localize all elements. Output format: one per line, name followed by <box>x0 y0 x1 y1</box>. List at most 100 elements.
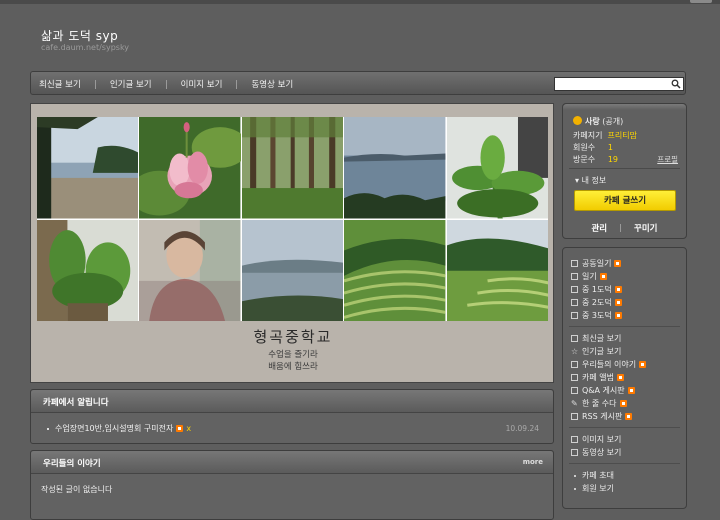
smiley-icon <box>573 116 582 125</box>
motto-line-1: 수업을 즐기라 <box>268 350 318 360</box>
nav-separator <box>236 79 238 89</box>
image-icon <box>571 436 578 443</box>
nav-latest-posts[interactable]: 최신글 보기 <box>39 78 81 90</box>
video-icon <box>571 449 578 456</box>
bullet-icon <box>574 487 576 490</box>
nav-popular-posts[interactable]: 인기글 보기 <box>110 78 152 90</box>
stories-panel-title: 우리들의 이야기 <box>43 459 101 469</box>
menu-members[interactable]: 회원 보기 <box>571 483 614 494</box>
visit-count: 19 <box>607 155 618 164</box>
notice-panel-title: 카페에서 알립니다 <box>43 398 109 408</box>
nav-items: 최신글 보기 인기글 보기 이미지 보기 동영상 보기 <box>39 78 293 90</box>
new-icon <box>599 273 607 280</box>
photo-tea-field <box>344 219 446 321</box>
photo-lake <box>344 117 446 219</box>
stories-empty-message: 작성된 글이 없습니다 <box>41 485 113 494</box>
photo-plant <box>446 117 548 219</box>
motto-line-2: 배움에 힘쓰라 <box>268 362 318 372</box>
cafe-title[interactable]: 삶과 도덕 syp <box>41 27 118 44</box>
stories-panel: 우리들의 이야기 more 작성된 글이 없습니다 <box>30 450 554 520</box>
notice-date: 10.09.24 <box>505 424 539 433</box>
board-icon <box>571 361 578 368</box>
new-icon <box>614 299 622 306</box>
new-icon <box>625 413 633 420</box>
photo-forest <box>241 117 344 219</box>
admin-links: 관리 꾸미기 <box>563 222 686 234</box>
new-icon <box>176 425 184 432</box>
photo-tea-hills <box>446 219 548 321</box>
bullet-icon <box>574 474 576 477</box>
menu-qna-board[interactable]: Q&A 게시판 <box>571 385 635 396</box>
notice-panel-header: 카페에서 알립니다 <box>31 390 553 413</box>
menu-images[interactable]: 이미지 보기 <box>571 434 621 445</box>
cafe-visits: 방문수 19 <box>573 155 618 164</box>
cafe-manager-name[interactable]: 프리티맘 <box>608 131 637 140</box>
nav-separator <box>94 79 96 89</box>
notice-panel: 카페에서 알립니다 수업장면10반,입시설명회 구미전자 x 10.09.24 <box>30 389 554 444</box>
cafe-manager: 카페지기 프리티맘 <box>573 131 637 140</box>
menu-rss-board[interactable]: RSS 게시판 <box>571 411 633 422</box>
menu-invite[interactable]: 카페 초대 <box>571 470 614 481</box>
menu-diary[interactable]: 일기 <box>571 271 607 282</box>
nav-videos[interactable]: 동영상 보기 <box>251 78 293 90</box>
menu-latest-posts[interactable]: 최신글 보기 <box>571 333 621 344</box>
nav-images[interactable]: 이미지 보기 <box>181 78 223 90</box>
star-icon: ☆ <box>571 347 579 356</box>
new-icon <box>614 260 622 267</box>
top-navbar: 최신글 보기 인기글 보기 이미지 보기 동영상 보기 <box>30 71 686 95</box>
cafe-profile-box: 사랑 (공개) 카페지기 프리티맘 회원수 1 방문수 19 프로필 ▾ 내 정… <box>562 103 687 239</box>
photo-potted-plant <box>37 219 139 321</box>
decorate-link[interactable]: 꾸미기 <box>634 224 657 234</box>
menu-grade3-ethics[interactable]: 중 3도덕 <box>571 310 622 321</box>
new-icon <box>627 387 635 394</box>
notice-item-title[interactable]: 수업장면10반,입시설명회 구미전자 <box>55 423 173 434</box>
photo-coast <box>241 219 344 321</box>
search-box <box>554 77 684 91</box>
new-icon <box>639 361 647 368</box>
new-icon <box>614 286 622 293</box>
cafe-members: 회원수 1 <box>573 143 613 152</box>
board-icon <box>571 312 578 319</box>
notice-item[interactable]: 수업장면10반,입시설명회 구미전자 x <box>47 423 191 434</box>
cafe-visibility: (공개) <box>602 117 624 126</box>
menu-one-line-chat[interactable]: ✎ 한 줄 수다 <box>571 398 627 409</box>
school-name: 형곡중학교 <box>253 328 333 346</box>
cafe-level-value: 사랑 <box>585 117 600 126</box>
admin-link[interactable]: 관리 <box>591 224 607 234</box>
photo-collage <box>37 117 548 321</box>
menu-grade2-ethics[interactable]: 중 2도덕 <box>571 297 622 308</box>
board-icon <box>571 299 578 306</box>
photo-portrait <box>139 219 241 321</box>
cafe-banner: 형곡중학교 수업을 즐기라 배움에 힘쓰라 <box>30 103 554 383</box>
menu-our-stories[interactable]: 우리들의 이야기 <box>571 359 647 370</box>
menu-grade1-ethics[interactable]: 중 1도덕 <box>571 284 622 295</box>
menu-cafe-album[interactable]: 카페 앨범 <box>571 372 624 383</box>
new-icon <box>616 374 624 381</box>
new-icon <box>614 312 622 319</box>
photo-lotus <box>139 117 241 219</box>
board-icon <box>571 273 578 280</box>
write-post-button[interactable]: 카페 글쓰기 <box>574 190 676 211</box>
search-icon[interactable] <box>671 79 681 89</box>
pencil-icon: ✎ <box>571 399 578 408</box>
profile-link[interactable]: 프로필 <box>657 154 678 165</box>
new-icon <box>619 400 627 407</box>
rss-icon <box>571 413 578 420</box>
menu-videos[interactable]: 동영상 보기 <box>571 447 621 458</box>
member-count: 1 <box>607 143 613 152</box>
my-info-toggle[interactable]: ▾ 내 정보 <box>575 175 606 186</box>
stories-more-link[interactable]: more <box>523 458 543 466</box>
nav-separator <box>165 79 167 89</box>
top-strip <box>0 0 720 4</box>
qna-icon <box>571 387 578 394</box>
cafe-level: 사랑 (공개) <box>573 116 623 127</box>
corner-tab[interactable] <box>690 0 712 3</box>
cafe-url: cafe.daum.net/sypsky <box>41 43 130 52</box>
photo-beach <box>37 117 139 219</box>
notice-x-mark: x <box>186 424 192 433</box>
search-input[interactable] <box>555 78 669 89</box>
menu-popular-posts[interactable]: ☆ 인기글 보기 <box>571 346 621 357</box>
board-icon <box>571 335 578 342</box>
board-icon <box>571 286 578 293</box>
menu-shared-diary[interactable]: 공동일기 <box>571 258 622 269</box>
